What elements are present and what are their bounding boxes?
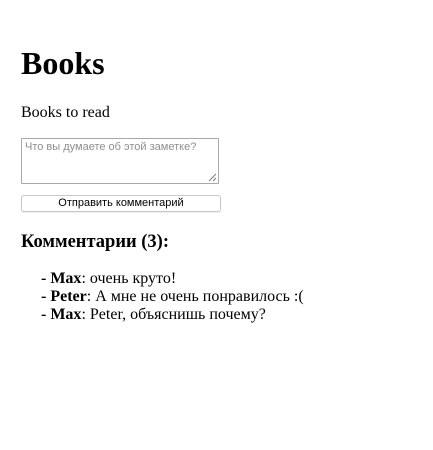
comment-separator: :: [86, 288, 96, 305]
comment-author: Max: [50, 270, 82, 287]
comment-text: очень круто!: [89, 270, 177, 287]
comment-prefix: -: [41, 270, 51, 287]
comment-author: Peter: [50, 288, 87, 305]
comments-heading: Комментарии (3):: [21, 232, 169, 252]
comment-text: Peter, объяснишь почему?: [89, 306, 266, 323]
comment-item: - Max: очень круто!: [41, 270, 304, 288]
comment-text: А мне не очень понравилось :(: [95, 288, 304, 305]
comment-item: - Max: Peter, объяснишь почему?: [41, 306, 304, 324]
comment-prefix: -: [41, 306, 51, 323]
note-text: Books to read: [21, 104, 110, 121]
note-title: Books: [21, 45, 105, 81]
comment-input[interactable]: [21, 138, 219, 184]
submit-comment-button[interactable]: Отправить комментарий: [21, 195, 221, 212]
comment-prefix: -: [41, 288, 51, 305]
comment-item: - Peter: А мне не очень понравилось :(: [41, 288, 304, 306]
comment-separator: :: [81, 306, 90, 323]
comment-separator: :: [81, 270, 90, 287]
comment-author: Max: [50, 306, 82, 323]
comments-list: - Max: очень круто! - Peter: А мне не оч…: [41, 270, 304, 324]
